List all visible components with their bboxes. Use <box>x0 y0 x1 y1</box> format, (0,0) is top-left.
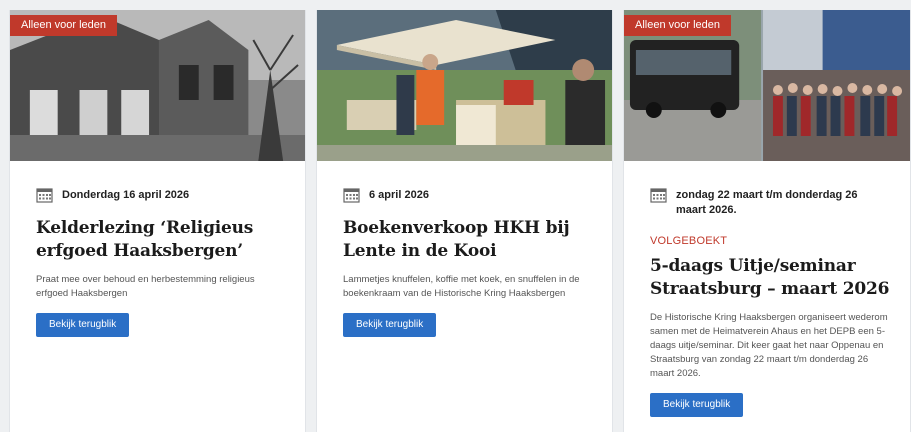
calendar-icon <box>36 188 53 203</box>
event-date: zondag 22 maart t/m donderdag 26 maart 2… <box>676 189 858 216</box>
calendar-icon <box>650 188 667 203</box>
event-date: Donderdag 16 april 2026 <box>62 189 190 201</box>
event-cards: Alleen voor leden Donderdag 16 april 202… <box>0 0 911 432</box>
event-image-book-market[interactable] <box>317 10 612 161</box>
event-description: De Historische Kring Haaksbergen organis… <box>650 312 888 379</box>
event-card[interactable]: Alleen voor leden zondag 22 maart t/m do… <box>623 10 911 432</box>
members-only-badge: Alleen voor leden <box>10 15 118 36</box>
event-card[interactable]: 6 april 2026 Boekenverkoop HKH bij Lente… <box>316 10 613 432</box>
event-description: Lammetjes knuffelen, koffie met koek, en… <box>343 274 580 299</box>
calendar-icon <box>343 188 360 203</box>
event-title[interactable]: Boekenverkoop HKH bij Lente in de Kooi <box>343 217 592 263</box>
fully-booked-tag: VOLGEBOEKT <box>650 235 728 247</box>
view-recap-button[interactable]: Bekijk terugblik <box>343 313 437 337</box>
view-recap-button[interactable]: Bekijk terugblik <box>36 313 130 337</box>
event-date: 6 april 2026 <box>369 189 429 201</box>
view-recap-button[interactable]: Bekijk terugblik <box>650 393 744 417</box>
event-card[interactable]: Alleen voor leden Donderdag 16 april 202… <box>9 10 306 432</box>
event-description: Praat mee over behoud en herbestemming r… <box>36 274 255 299</box>
members-only-badge: Alleen voor leden <box>624 15 732 36</box>
event-title[interactable]: Kelderlezing ‘Religieus erfgoed Haaksber… <box>36 217 285 263</box>
event-title[interactable]: 5-daags Uitje/seminar Straatsburg – maar… <box>650 255 890 301</box>
